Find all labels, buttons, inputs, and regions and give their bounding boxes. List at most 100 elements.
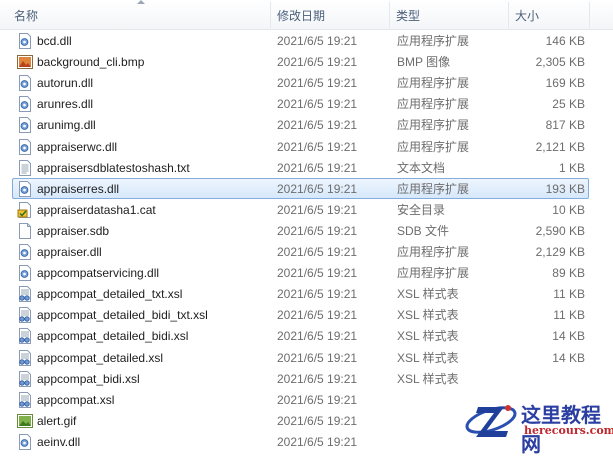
file-type: XSL 样式表 [397,329,459,344]
file-row[interactable]: appraisersdblatestoshash.txt 2021/6/5 19:… [12,157,589,178]
file-type: XSL 样式表 [397,350,459,365]
xsl-file-icon [17,328,33,345]
file-name: arunimg.dll [37,118,96,133]
file-type: XSL 样式表 [397,287,459,302]
dll-file-icon [17,138,33,155]
file-row[interactable]: bcd.dll 2021/6/5 19:21 应用程序扩展 146 KB [12,30,589,51]
file-modified-date: 2021/6/5 19:21 [277,223,358,238]
file-row[interactable]: appcompatservicing.dll 2021/6/5 19:21 应用程序… [12,262,589,283]
file-modified-date: 2021/6/5 19:21 [277,97,358,112]
file-modified-date: 2021/6/5 19:21 [277,434,358,449]
file-modified-date: 2021/6/5 19:21 [277,371,358,386]
file-name: appcompat_detailed_bidi_txt.xsl [37,308,208,323]
file-row[interactable]: appcompat_bidi.xsl 2021/6/5 19:21 XSL 样式表 [12,368,589,389]
file-size: 11 KB [553,308,585,323]
file-name: appcompat_detailed_txt.xsl [37,287,183,302]
file-name: appraiserdatasha1.cat [37,202,156,217]
file-size: 10 KB [552,202,585,217]
file-name: appraiser.dll [37,245,102,259]
file-size: 817 KB [545,118,585,133]
site-logo-icon: Z [464,397,517,437]
file-type: 应用程序扩展 [397,139,470,154]
file-type: 应用程序扩展 [397,266,470,281]
file-row[interactable]: arunimg.dll 2021/6/5 19:21 应用程序扩展 817 KB [12,114,589,135]
xsl-file-icon [17,370,33,387]
file-size: 146 KB [545,34,585,48]
column-header-type[interactable]: 类型 [390,0,508,29]
column-header-bar: 名称 修改日期 类型 大小 [0,0,613,30]
file-row[interactable]: appraiserres.dll 2021/6/5 19:21 应用程序扩展 193 … [12,177,589,199]
file-name: bcd.dll [37,34,72,48]
file-row[interactable]: arunres.dll 2021/6/5 19:21 应用程序扩展 25 KB [12,93,589,114]
file-name: alert.gif [37,413,77,428]
file-name: appraiserwc.dll [37,139,118,154]
file-modified-date: 2021/6/5 19:21 [277,76,358,91]
file-row[interactable]: appcompat_detailed.xsl 2021/6/5 19:21 XSL … [12,347,589,368]
file-row[interactable]: appraiser.dll 2021/6/5 19:21 应用程序扩展 2,129 K… [12,241,589,262]
file-row[interactable]: appraiserwc.dll 2021/6/5 19:21 应用程序扩展 2,121… [12,136,589,157]
column-header-size[interactable]: 大小 [509,0,589,29]
file-size: 11 KB [553,287,585,302]
file-modified-date: 2021/6/5 19:21 [277,287,358,302]
file-size: 1 KB [558,160,585,175]
text-file-icon [17,159,33,176]
file-row[interactable]: appraiserdatasha1.cat 2021/6/5 19:21 安全目录 1… [12,199,589,220]
dll-file-icon [17,117,33,134]
file-name: appcompatservicing.dll [37,266,160,281]
logo-letter: Z [464,397,465,398]
file-row[interactable]: appraiser.sdb 2021/6/5 19:21 SDB 文件 2,590 K… [12,220,589,241]
dll-file-icon [17,96,33,113]
file-size: 2,121 KB [535,139,585,154]
file-type: 安全目录 [397,202,446,217]
file-modified-date: 2021/6/5 19:21 [277,245,358,259]
file-size: 14 KB [552,329,585,344]
file-modified-date: 2021/6/5 19:21 [277,34,358,48]
file-modified-date: 2021/6/5 19:21 [277,308,358,323]
file-size [507,369,585,388]
file-size: 14 KB [552,350,585,365]
file-modified-date: 2021/6/5 19:21 [277,139,358,154]
file-name: appraiserres.dll [37,181,120,196]
file-type: BMP 图像 [397,55,451,70]
column-header-name[interactable]: 名称 [8,0,270,29]
file-type: 应用程序扩展 [397,245,470,259]
file-type: 应用程序扩展 [397,97,470,112]
file-name: autorun.dll [37,76,94,91]
column-header-date[interactable]: 修改日期 [271,0,389,29]
watermark-url: herecours.com [524,424,613,437]
file-row[interactable]: appcompat_detailed_bidi_txt.xsl 2021/6/5 … [12,304,589,325]
file-row[interactable]: autorun.dll 2021/6/5 19:21 应用程序扩展 169 KB [12,72,589,93]
file-type: XSL 样式表 [397,308,459,323]
file-modified-date: 2021/6/5 19:21 [277,55,358,70]
file-modified-date: 2021/6/5 19:21 [277,160,358,175]
file-row[interactable]: appcompat_detailed_bidi.xsl 2021/6/5 19:2… [12,325,589,346]
file-modified-date: 2021/6/5 19:21 [277,329,358,344]
dll-file-icon [17,75,33,92]
file-name: appcompat_bidi.xsl [37,371,140,386]
file-name: appcompat.xsl [37,392,115,407]
file-type: 应用程序扩展 [397,181,470,196]
file-name: appcompat_detailed_bidi.xsl [37,329,189,344]
file-type: 应用程序扩展 [397,118,470,133]
file-name: appcompat_detailed.xsl [37,350,164,365]
dll-file-icon [17,33,33,49]
file-modified-date: 2021/6/5 19:21 [277,118,358,133]
xsl-file-icon [17,286,33,303]
file-type: XSL 样式表 [397,371,459,386]
file-size: 169 KB [545,76,585,91]
file-name: appraiser.sdb [37,223,110,238]
xsl-file-icon [17,307,33,324]
column-divider[interactable] [589,2,590,28]
file-row[interactable]: appcompat_detailed_txt.xsl 2021/6/5 19:21… [12,283,589,304]
file-modified-date: 2021/6/5 19:21 [277,350,358,365]
dll-file-icon [17,244,33,260]
file-size: 25 KB [552,97,585,112]
dll-file-icon [17,180,33,197]
file-row[interactable]: background_cli.bmp 2021/6/5 19:21 BMP 图像 2,… [12,51,589,72]
file-size: 193 KB [545,181,585,196]
file-modified-date: 2021/6/5 19:21 [277,413,358,428]
file-type: 文本文档 [397,160,446,175]
file-modified-date: 2021/6/5 19:21 [277,181,358,196]
file-name: background_cli.bmp [37,55,145,70]
xsl-file-icon [17,391,33,408]
